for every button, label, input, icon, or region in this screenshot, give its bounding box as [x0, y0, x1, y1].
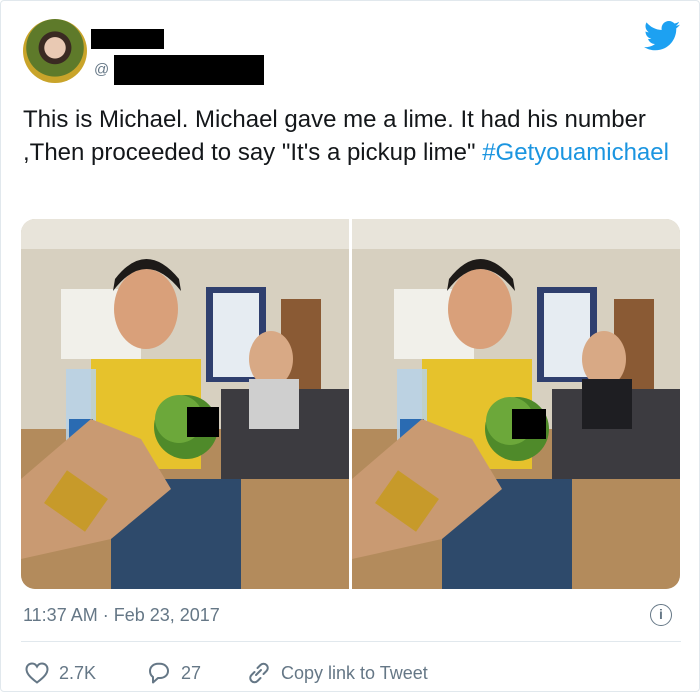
hashtag-link[interactable]: #Getyouamichael [482, 139, 669, 166]
redacted-display-name [91, 29, 164, 49]
heart-icon [25, 662, 49, 684]
tweet-photo-left[interactable] [21, 219, 349, 589]
avatar[interactable] [23, 19, 87, 83]
copy-link-label: Copy link to Tweet [281, 662, 428, 683]
speech-bubble-icon [149, 662, 169, 684]
reply-button[interactable]: 27 [147, 658, 201, 688]
like-count: 2.7K [59, 662, 97, 683]
like-button[interactable]: 2.7K [25, 658, 96, 688]
tweet-photo-right[interactable] [352, 219, 680, 589]
info-icon[interactable]: i [650, 604, 672, 626]
redacted-handle [114, 55, 264, 85]
reply-count: 27 [181, 662, 202, 683]
tweet-timestamp[interactable]: 11:37 AM · Feb 23, 2017 [23, 605, 220, 626]
handle-prefix: @ [94, 61, 110, 78]
copy-link-button[interactable]: Copy link to Tweet [245, 658, 428, 688]
tweet-card: @ This is Michael. Michael gave me a lim… [0, 0, 700, 692]
twitter-bird-icon[interactable] [644, 21, 680, 51]
link-icon [249, 662, 269, 684]
tweet-text: This is Michael. Michael gave me a lime.… [23, 103, 673, 169]
divider [21, 641, 681, 642]
